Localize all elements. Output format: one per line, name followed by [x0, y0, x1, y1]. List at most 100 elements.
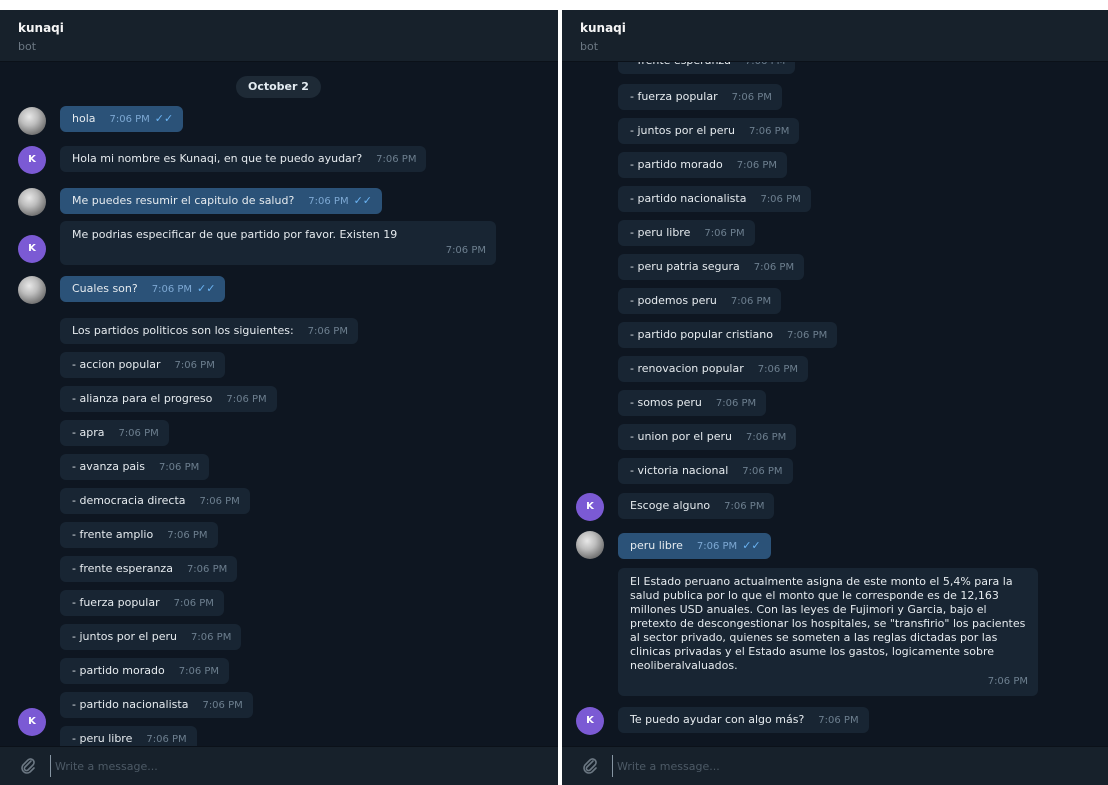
- message-time: 7:06 PM: [749, 126, 790, 137]
- message-time: 7:06 PM: [818, 715, 859, 726]
- message-outgoing[interactable]: Me puedes resumir el capitulo de salud? 7…: [60, 188, 383, 214]
- message-text: - podemos peru: [630, 294, 717, 307]
- message-time: 7:06 PM: [167, 530, 208, 541]
- message-incoming[interactable]: - fuerza popular 7:06 PM: [618, 84, 782, 110]
- message-time: 7:06 PM: [118, 428, 159, 439]
- message-time: 7:06 PM: [146, 734, 187, 745]
- message-outgoing[interactable]: hola 7:06 PM ✓✓: [60, 106, 184, 132]
- message-text: - fuerza popular: [630, 90, 718, 103]
- message-text: - alianza para el progreso: [72, 392, 213, 405]
- message-incoming[interactable]: - renovacion popular 7:06 PM: [618, 356, 809, 382]
- message-text: - apra: [72, 426, 105, 439]
- message-incoming[interactable]: - peru libre 7:06 PM: [618, 220, 755, 246]
- message-time: 7:06 PM: [226, 394, 267, 405]
- bot-avatar[interactable]: K: [18, 235, 46, 263]
- paperclip-icon[interactable]: [18, 756, 38, 776]
- message-time: 7:06 PM: [202, 700, 243, 711]
- bot-avatar[interactable]: K: [576, 493, 604, 521]
- message-outgoing[interactable]: peru libre 7:06 PM ✓✓: [618, 533, 771, 559]
- message-input[interactable]: [612, 755, 1088, 777]
- message-incoming[interactable]: - partido nacionalista 7:06 PM: [60, 692, 253, 718]
- message-incoming[interactable]: - apra 7:06 PM: [60, 420, 169, 446]
- message-incoming[interactable]: - frente amplio 7:06 PM: [60, 522, 218, 548]
- message-text: Te puedo ayudar con algo más?: [630, 713, 805, 726]
- message-time: 7:06 PM: [696, 541, 738, 552]
- message-text: Me podrias especificar de que partido po…: [72, 228, 398, 241]
- message-incoming[interactable]: - union por el peru 7:06 PM: [618, 424, 797, 450]
- date-separator: October 2: [236, 76, 321, 98]
- message-incoming[interactable]: - alianza para el progreso 7:06 PM: [60, 386, 277, 412]
- message-time: 7:06 PM: [745, 432, 787, 443]
- message-incoming[interactable]: El Estado peruano actualmente asigna de …: [618, 568, 1038, 696]
- message-composer: [0, 746, 558, 785]
- message-incoming[interactable]: - peru patria segura 7:06 PM: [618, 254, 805, 280]
- bot-avatar[interactable]: K: [18, 708, 46, 736]
- double-check-icon: ✓✓: [154, 112, 174, 125]
- user-avatar[interactable]: [18, 107, 46, 135]
- message-text: - somos peru: [630, 396, 702, 409]
- bot-avatar[interactable]: K: [576, 707, 604, 735]
- message-text: Hola mi nombre es Kunaqi, en que te pued…: [72, 152, 363, 165]
- chat-title: kunaqi: [18, 21, 64, 35]
- message-incoming[interactable]: - democracia directa 7:06 PM: [60, 488, 250, 514]
- chat-subtitle: bot: [18, 40, 37, 53]
- message-time: 7:06 PM: [173, 598, 214, 609]
- message-incoming[interactable]: - partido popular cristiano 7:06 PM: [618, 322, 838, 348]
- message-time: 7:06 PM: [715, 398, 757, 409]
- message-text: - juntos por el peru: [630, 124, 736, 137]
- message-incoming[interactable]: Me podrias especificar de que partido po…: [60, 221, 496, 265]
- chat-header[interactable]: kunaqi bot: [562, 10, 1108, 62]
- message-time: 7:06 PM: [186, 564, 228, 575]
- message-text: - partido popular cristiano: [630, 328, 773, 341]
- chat-subtitle: bot: [580, 40, 599, 53]
- message-incoming[interactable]: Te puedo ayudar con algo más? 7:06 PM: [618, 707, 869, 733]
- message-text: - fuerza popular: [72, 596, 160, 609]
- message-incoming[interactable]: - partido morado 7:06 PM: [60, 658, 230, 684]
- message-incoming[interactable]: - victoria nacional 7:06 PM: [618, 458, 793, 484]
- message-incoming[interactable]: - avanza pais 7:06 PM: [60, 454, 210, 480]
- message-time: 7:06 PM: [736, 160, 778, 171]
- message-text: - peru patria segura: [630, 260, 740, 273]
- message-text: - peru libre: [72, 732, 133, 745]
- bot-avatar[interactable]: K: [18, 146, 46, 174]
- message-text: - frente esperanza: [72, 562, 173, 575]
- user-avatar[interactable]: [576, 531, 604, 559]
- chat-pane-right: - frente esperanza7:06 PM kunaqi bot - f…: [562, 10, 1108, 785]
- double-check-icon: ✓✓: [742, 539, 761, 552]
- user-avatar[interactable]: [18, 188, 46, 216]
- message-time: 7:06 PM: [753, 262, 795, 273]
- paperclip-icon[interactable]: [580, 756, 600, 776]
- message-time: 7:06 PM: [760, 194, 801, 205]
- message-incoming[interactable]: - frente esperanza 7:06 PM: [60, 556, 238, 582]
- message-incoming[interactable]: - somos peru 7:06 PM: [618, 390, 767, 416]
- message-text: - partido morado: [72, 664, 165, 677]
- message-text: El Estado peruano actualmente asigna de …: [630, 575, 1026, 672]
- message-time: 7:06 PM: [376, 154, 417, 165]
- message-incoming[interactable]: - juntos por el peru 7:06 PM: [60, 624, 242, 650]
- message-outgoing[interactable]: Cuales son? 7:06 PM ✓✓: [60, 276, 226, 302]
- message-text: - juntos por el peru: [72, 630, 178, 643]
- message-text: hola: [72, 112, 96, 125]
- message-time: 7:06 PM: [158, 462, 200, 473]
- message-time: 7:06 PM: [174, 360, 215, 371]
- message-text: - partido morado: [630, 158, 723, 171]
- message-composer: [562, 746, 1108, 785]
- message-incoming[interactable]: - fuerza popular 7:06 PM: [60, 590, 224, 616]
- message-incoming[interactable]: - juntos por el peru 7:06 PM: [618, 118, 800, 144]
- message-incoming[interactable]: Hola mi nombre es Kunaqi, en que te pued…: [60, 146, 427, 172]
- message-time: 7:06 PM: [178, 666, 220, 677]
- message-input[interactable]: [50, 755, 538, 777]
- user-avatar[interactable]: [18, 276, 46, 304]
- message-incoming[interactable]: Escoge alguno 7:06 PM: [618, 493, 775, 519]
- message-incoming[interactable]: - partido nacionalista 7:06 PM: [618, 186, 811, 212]
- message-incoming[interactable]: - podemos peru 7:06 PM: [618, 288, 782, 314]
- chat-header[interactable]: kunaqi bot: [0, 10, 558, 62]
- message-incoming[interactable]: - partido morado 7:06 PM: [618, 152, 788, 178]
- message-time: 7:06 PM: [731, 92, 772, 103]
- message-text: peru libre: [630, 539, 683, 552]
- message-time: 7:06 PM: [730, 296, 772, 307]
- message-incoming[interactable]: - accion popular 7:06 PM: [60, 352, 225, 378]
- message-text: Los partidos politicos son los siguiente…: [72, 324, 294, 337]
- message-incoming[interactable]: Los partidos politicos son los siguiente…: [60, 318, 358, 344]
- message-text: - partido nacionalista: [630, 192, 747, 205]
